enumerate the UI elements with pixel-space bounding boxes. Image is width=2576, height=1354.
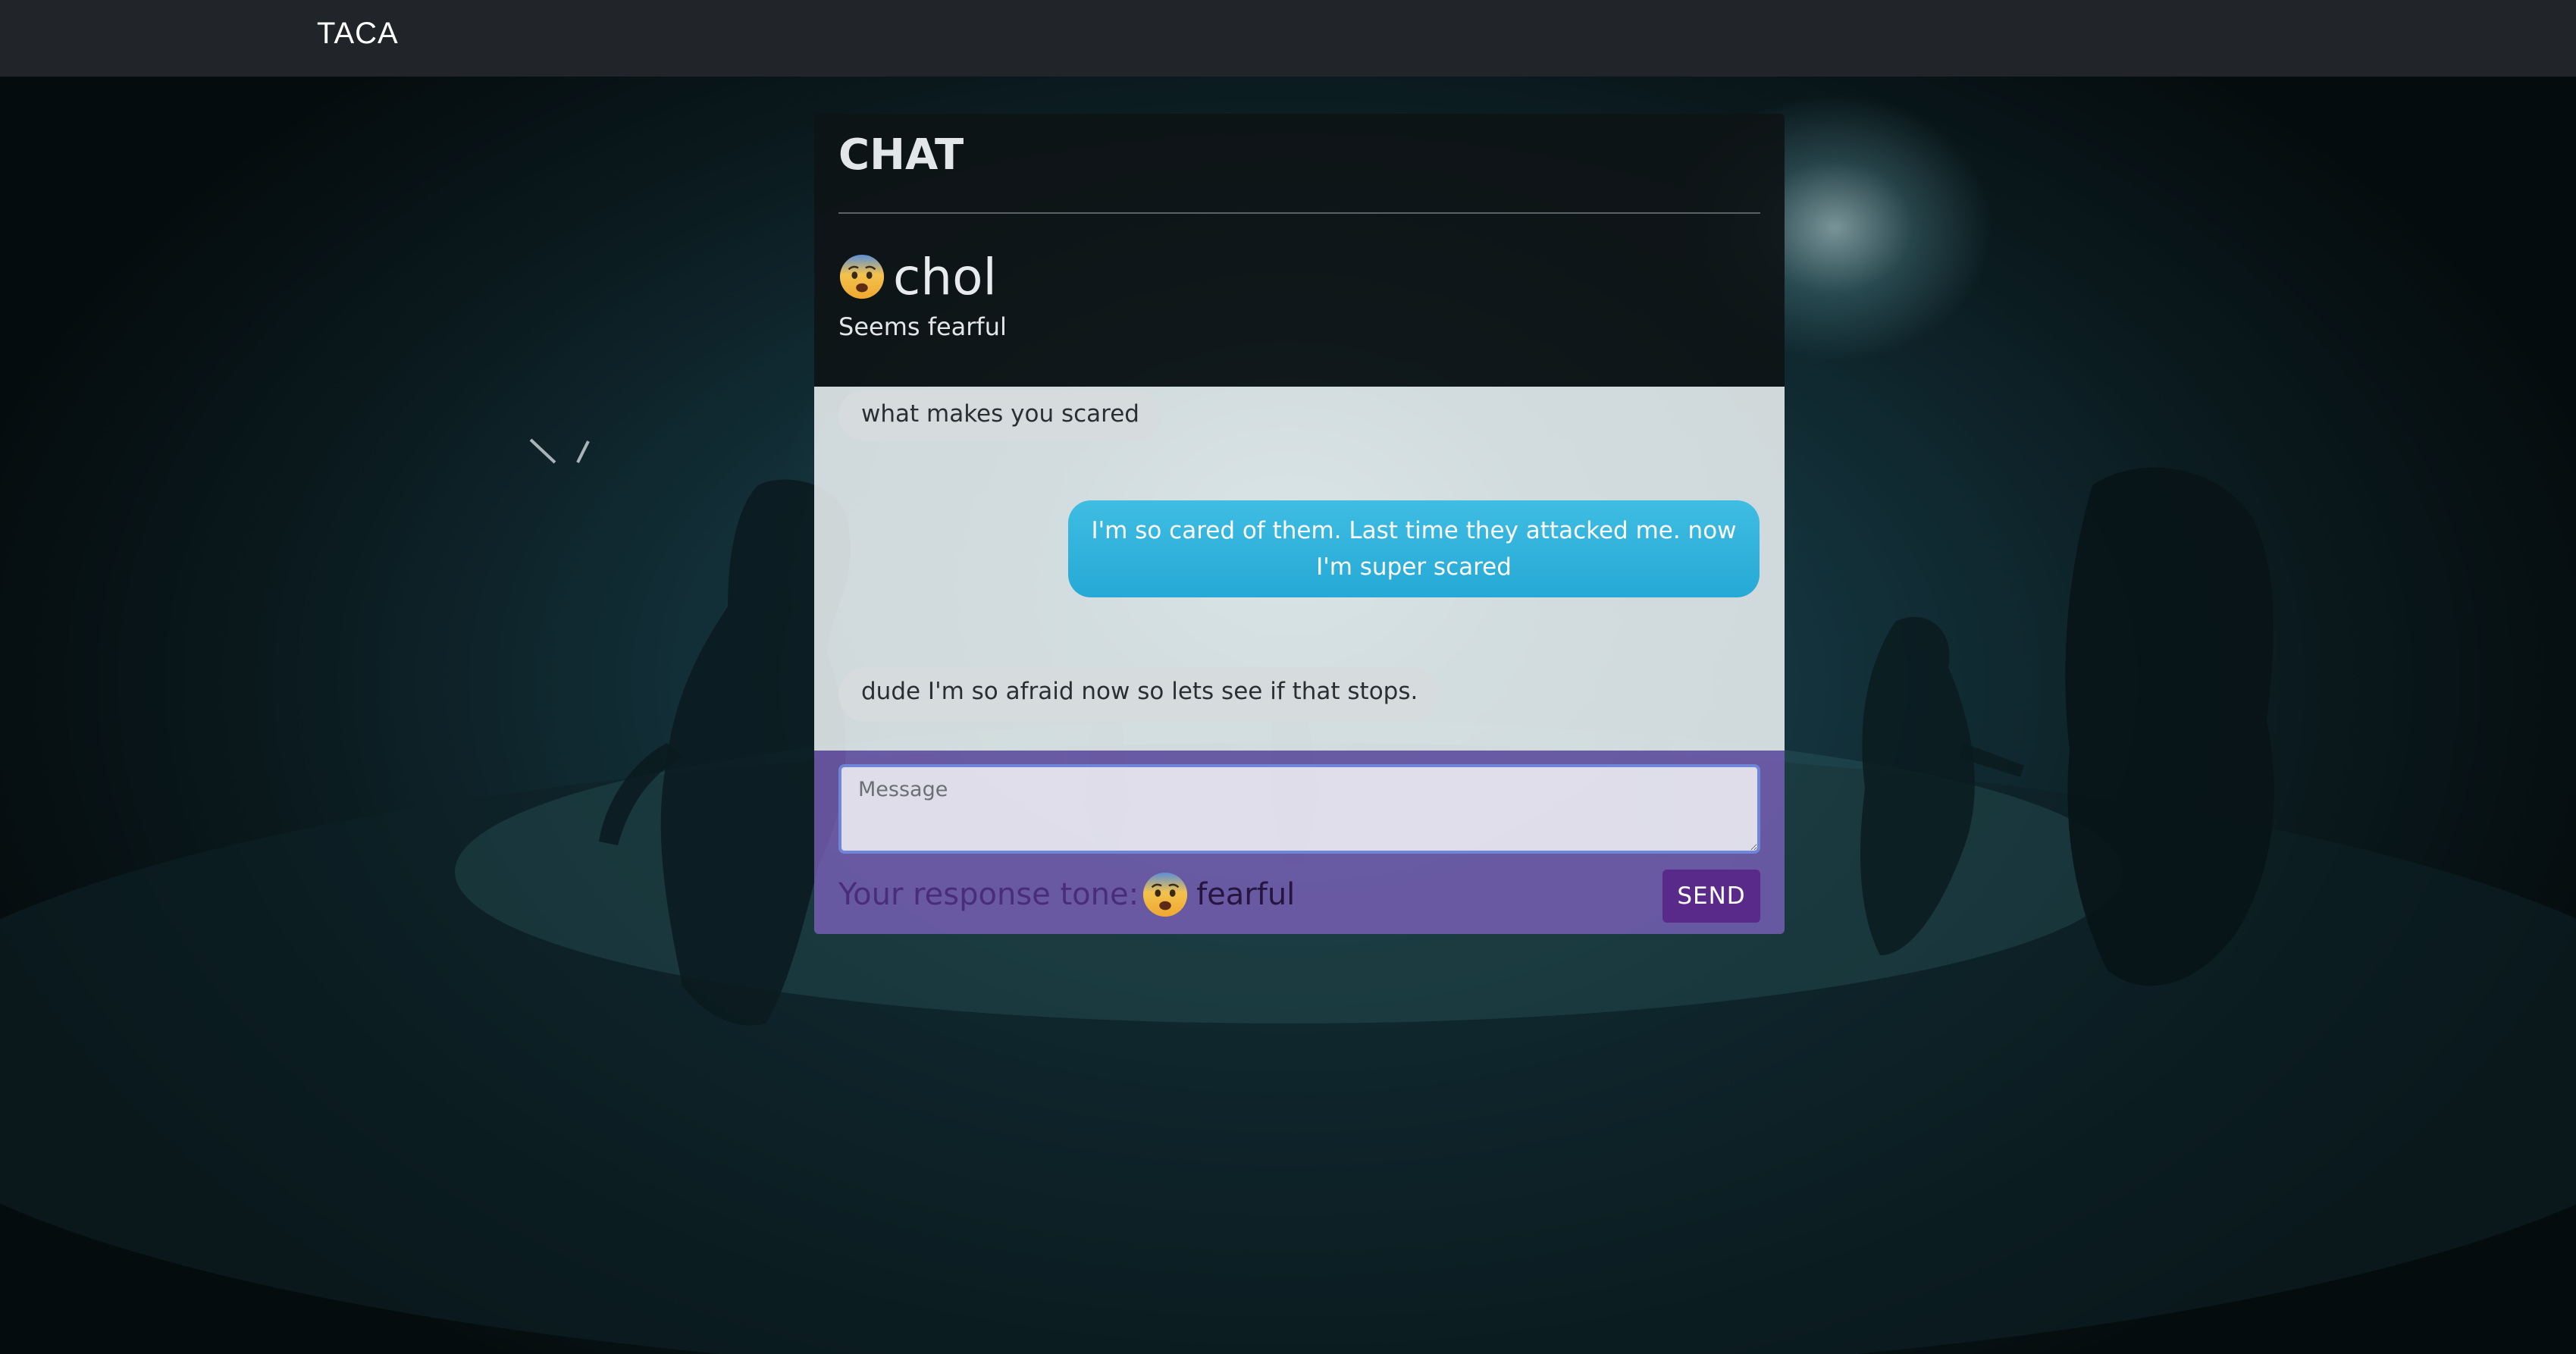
message-input[interactable] [838,764,1760,854]
message-list[interactable]: what makes you scared I'm so cared of th… [814,387,1785,751]
response-tone-row: Your response tone: fearful [838,868,1295,921]
contact-status: Seems fearful [838,312,1007,341]
chat-card: CHAT chol Seems fearful what makes you s… [814,114,1785,934]
fearful-face-icon [839,254,885,299]
fearful-face-icon [1143,872,1188,917]
response-tone-label: Your response tone: [838,877,1139,912]
incoming-message: what makes you scared [838,390,1162,441]
chat-header: CHAT chol Seems fearful [814,114,1785,387]
brand-logo-text[interactable]: TACA [317,17,399,51]
contact-name: chol [893,247,997,306]
outgoing-message: I'm so cared of them. Last time they att… [1068,500,1760,597]
top-navbar: TACA [0,0,2576,77]
incoming-message: dude I'm so afraid now so lets see if th… [838,667,1441,722]
send-button[interactable]: SEND [1662,870,1760,923]
chat-title: CHAT [838,130,964,180]
contact-row: chol [838,246,997,307]
response-tone-value[interactable]: fearful [1196,877,1295,912]
header-divider [838,212,1760,214]
message-composer: Your response tone: fearful SEND [814,751,1785,934]
